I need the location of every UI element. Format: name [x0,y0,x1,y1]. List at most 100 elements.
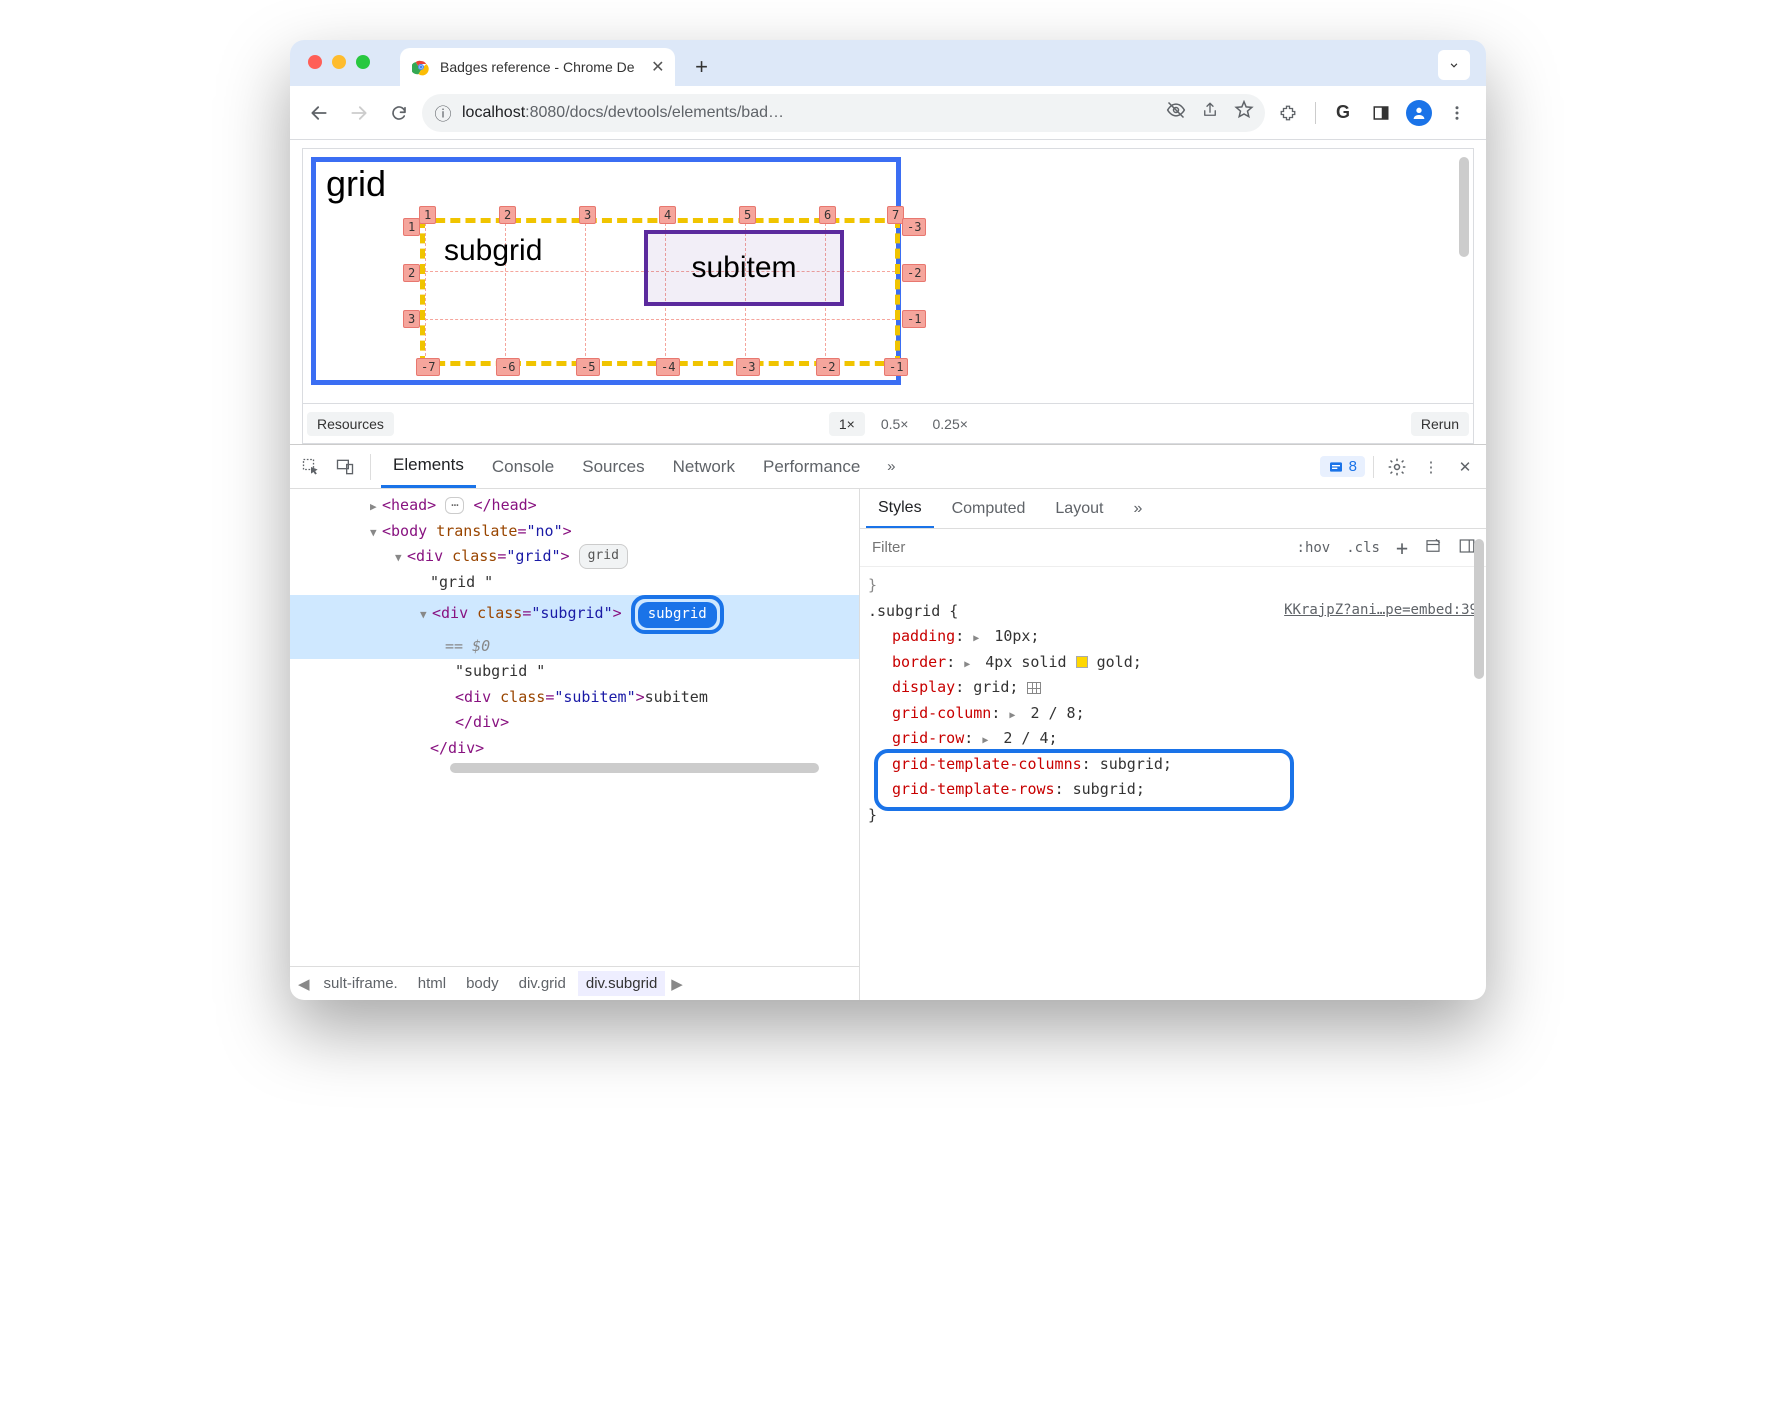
browser-window: Badges reference - Chrome De ✕ + ⓘ local… [290,40,1486,1000]
styles-tabs: Styles Computed Layout » [860,489,1486,529]
more-tabs[interactable]: » [876,452,906,482]
tab-elements[interactable]: Elements [381,445,476,488]
url-bar[interactable]: ⓘ localhost:8080/docs/devtools/elements/… [422,94,1265,132]
tab-bar: Badges reference - Chrome De ✕ + [290,40,1486,86]
cls-toggle[interactable]: .cls [1340,536,1386,560]
close-window-button[interactable] [308,55,322,69]
subgrid-badge[interactable]: subgrid [638,602,717,628]
resources-button[interactable]: Resources [307,412,394,436]
forward-button[interactable] [342,96,376,130]
scrollbar[interactable] [1459,157,1469,257]
issues-badge[interactable]: 8 [1320,456,1365,477]
grid-tick: -5 [576,358,600,376]
maximize-window-button[interactable] [356,55,370,69]
styles-panel: Styles Computed Layout » :hov .cls + } .… [860,489,1486,1000]
color-swatch[interactable] [1076,656,1088,668]
new-tab-button[interactable]: + [687,52,717,82]
settings-button[interactable] [1382,452,1412,482]
dom-tree[interactable]: ▶<head> ⋯ </head> ▼<body translate="no">… [290,489,859,966]
grid-tick: 3 [403,310,420,328]
toolbar-right: G [1271,96,1474,130]
window-controls [308,55,370,69]
menu-button[interactable] [1440,96,1474,130]
zoom-025x[interactable]: 0.25× [924,416,975,432]
browser-tab[interactable]: Badges reference - Chrome De ✕ [400,48,675,86]
zoom-1x[interactable]: 1× [829,412,865,436]
scrollbar[interactable] [1474,539,1484,679]
tab-network[interactable]: Network [661,445,747,488]
separator [370,454,371,480]
extensions-button[interactable] [1271,96,1305,130]
breadcrumb-item[interactable]: sult-iframe. [316,971,406,996]
toolbar: ⓘ localhost:8080/docs/devtools/elements/… [290,86,1486,140]
reload-button[interactable] [382,96,416,130]
gridline [585,223,586,361]
hov-toggle[interactable]: :hov [1291,536,1337,560]
tab-computed[interactable]: Computed [940,489,1038,528]
dom-breadcrumbs: ◀ sult-iframe. html body div.grid div.su… [290,966,859,1000]
google-shortcut[interactable]: G [1326,96,1360,130]
reader-mode-icon[interactable] [1364,96,1398,130]
grid-tick: 1 [419,206,436,224]
bookmark-star-icon[interactable] [1229,100,1259,125]
new-rule-button[interactable]: + [1390,532,1414,564]
rerun-button[interactable]: Rerun [1411,412,1469,436]
page-content: grid subgrid subitem 1 2 3 4 5 6 [290,140,1486,444]
grid-tick: 4 [659,206,676,224]
avatar-icon [1406,100,1432,126]
breadcrumb-next[interactable]: ▶ [669,975,685,993]
zoom-05x[interactable]: 0.5× [873,416,917,432]
styles-filter-row: :hov .cls + [860,529,1486,567]
separator [1315,102,1316,124]
breadcrumb-item[interactable]: body [458,971,507,996]
elements-panel: ▶<head> ⋯ </head> ▼<body translate="no">… [290,489,860,1000]
breadcrumb-item[interactable]: html [410,971,454,996]
computed-styles-icon[interactable] [1418,533,1448,563]
tab-title: Badges reference - Chrome De [440,59,635,75]
grid-tick: 5 [739,206,756,224]
tab-overflow-button[interactable] [1438,50,1470,80]
tab-styles[interactable]: Styles [866,489,934,528]
breadcrumb-prev[interactable]: ◀ [296,975,312,993]
eye-off-icon[interactable] [1161,100,1191,125]
share-icon[interactable] [1195,101,1225,124]
back-button[interactable] [302,96,336,130]
minimize-window-button[interactable] [332,55,346,69]
grid-tick: -3 [902,218,926,236]
site-info-icon[interactable]: ⓘ [428,100,458,125]
profile-button[interactable] [1402,96,1436,130]
devtools-tabs: Elements Console Sources Network Perform… [290,445,1486,489]
selected-dom-node[interactable]: ▼<div class="subgrid"> subgrid == $0 [290,595,859,659]
gridline [425,319,895,320]
breadcrumb-item[interactable]: div.grid [511,971,574,996]
grid-badge[interactable]: grid [579,544,628,568]
tab-layout[interactable]: Layout [1043,489,1115,528]
chevron-down-icon [1447,58,1461,72]
breadcrumb-item-active[interactable]: div.subgrid [578,971,665,996]
grid-editor-icon[interactable] [1027,682,1041,694]
tab-console[interactable]: Console [480,445,566,488]
scrollbar-horizontal[interactable] [450,763,819,773]
inspect-element-button[interactable] [296,452,326,482]
subitem-box: subitem [644,230,844,306]
tab-performance[interactable]: Performance [751,445,872,488]
tab-sources[interactable]: Sources [570,445,656,488]
more-styles-tabs[interactable]: » [1121,489,1154,528]
style-rules[interactable]: } .subgrid {KKrajpZ?ani…pe=embed:39 padd… [860,567,1486,1000]
gridline [425,223,426,361]
devtools-menu[interactable]: ⋮ [1416,452,1446,482]
source-link[interactable]: KKrajpZ?ani…pe=embed:39 [1284,599,1478,623]
gear-icon [1387,457,1407,477]
styles-filter-input[interactable] [864,539,1287,556]
devtools-panel: Elements Console Sources Network Perform… [290,444,1486,1000]
grid-label: grid [326,166,886,202]
grid-tick: -1 [884,358,908,376]
demo-viewport: grid subgrid subitem 1 2 3 4 5 6 [302,148,1474,404]
tab-close-button[interactable]: ✕ [651,57,664,77]
separator [1373,456,1374,478]
close-devtools[interactable]: ✕ [1450,452,1480,482]
device-mode-button[interactable] [330,452,360,482]
ellipsis-icon[interactable]: ⋯ [445,497,464,513]
highlight-annotation [874,749,1294,811]
devtools-body: ▶<head> ⋯ </head> ▼<body translate="no">… [290,489,1486,1000]
